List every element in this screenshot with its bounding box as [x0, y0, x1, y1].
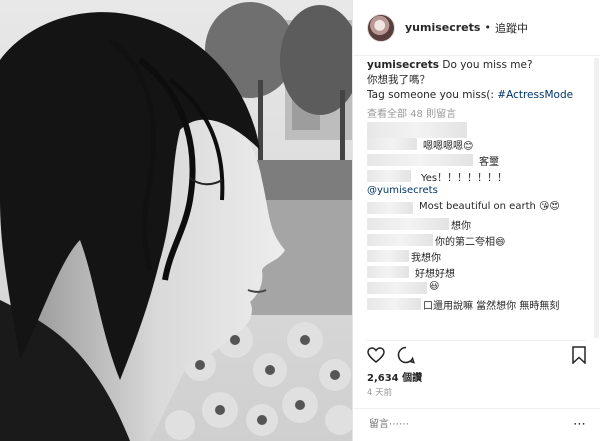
like-count[interactable]: 2,634 個讚	[367, 369, 422, 384]
comment-row: 口還用說嘛 當然想你 無時無刻	[367, 296, 592, 312]
comments-scrollbar[interactable]	[594, 58, 599, 338]
comment-row: 嗯嗯嗯嗯😊	[367, 136, 592, 152]
comment-input[interactable]	[367, 418, 573, 431]
separator: •	[484, 21, 491, 34]
scrollbar-track[interactable]	[594, 58, 599, 338]
add-comment-bar: ⋯	[353, 408, 600, 440]
caption-line3: Tag someone you miss(:	[367, 89, 494, 101]
mention-link[interactable]: @yumisecrets	[367, 185, 438, 196]
more-options-icon[interactable]: ⋯	[573, 417, 586, 432]
comment-row: 想你	[367, 216, 592, 232]
comment-text: 嗯嗯嗯嗯😊	[423, 141, 474, 152]
comment-row: 好想好想	[367, 264, 592, 280]
comment-row: @yumisecrets	[367, 184, 592, 200]
follow-button[interactable]: 追蹤中	[495, 20, 528, 36]
post-header: yumisecrets • 追蹤中	[353, 0, 600, 56]
post-photo[interactable]	[0, 0, 352, 441]
blurred-username	[367, 170, 411, 182]
heart-icon[interactable]	[367, 347, 385, 363]
blurred-username	[367, 218, 449, 230]
blurred-username	[367, 138, 417, 150]
post-sidebar: yumisecrets • 追蹤中 yumisecrets Do you mis…	[352, 0, 600, 441]
portrait-image	[0, 0, 352, 441]
caption: yumisecrets Do you miss me? 你想我了嗎？ Tag s…	[367, 58, 592, 103]
comment-row: Yes！！！！！！！	[367, 168, 592, 184]
blurred-username	[367, 154, 473, 166]
post-timestamp[interactable]: 4 天前	[367, 386, 392, 398]
blurred-username	[367, 266, 409, 278]
comment-text: 好想好想	[415, 269, 455, 280]
comment-text: 你的第二夸相😄	[435, 237, 506, 248]
comment-text: 😃	[429, 281, 440, 292]
header-username[interactable]: yumisecrets	[405, 21, 480, 34]
load-more-comments[interactable]: 查看全部 48 則留言	[367, 105, 592, 120]
comment-text: 口還用說嘛 當然想你 無時無刻	[423, 301, 560, 312]
blurred-username	[367, 250, 409, 262]
blurred-username	[367, 202, 413, 214]
comment-icon[interactable]	[397, 346, 415, 364]
caption-line2: 你想我了嗎？	[367, 74, 430, 86]
comments-list: yumisecrets Do you miss me? 你想我了嗎？ Tag s…	[367, 58, 592, 338]
comment-row: 客璽	[367, 152, 592, 168]
bookmark-icon[interactable]	[572, 346, 586, 364]
comment-text: 想你	[451, 221, 471, 232]
comment-text: Yes！！！！！！！	[421, 173, 508, 184]
comment-text: 客璽	[479, 157, 499, 168]
blurred-username	[367, 298, 421, 310]
comment-row: Most beautiful on earth 😘😍	[367, 200, 592, 216]
comment-text: 我想你	[411, 253, 441, 264]
hashtag-link[interactable]: #ActressMode	[497, 89, 573, 101]
blurred-username	[367, 282, 427, 294]
comment-row	[367, 120, 592, 138]
instagram-post: yumisecrets • 追蹤中 yumisecrets Do you mis…	[0, 0, 600, 441]
comment-row: 😃	[367, 280, 592, 296]
comment-row: 你的第二夸相😄	[367, 232, 592, 248]
comment-row: 我想你	[367, 248, 592, 264]
caption-username[interactable]: yumisecrets	[367, 59, 439, 71]
action-bar	[367, 340, 586, 369]
comment-text: Most beautiful on earth 😘😍	[419, 201, 560, 212]
caption-line1: Do you miss me?	[442, 59, 533, 71]
avatar[interactable]	[367, 13, 395, 42]
blurred-username	[367, 234, 433, 246]
